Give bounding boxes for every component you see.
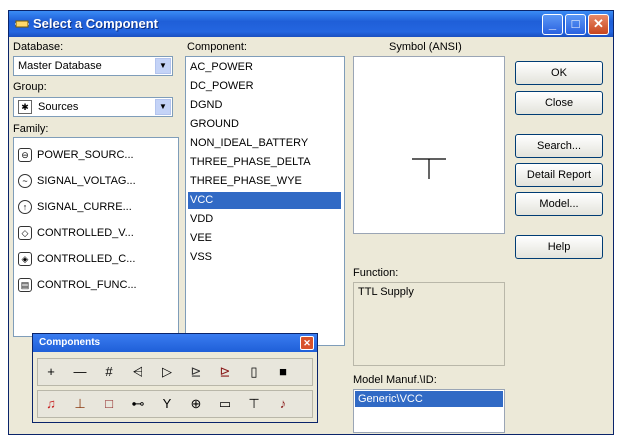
chevron-down-icon[interactable]: ▼ [155,99,171,115]
misc-digital-icon[interactable]: ▯ [243,363,265,381]
component-item[interactable]: DGND [188,97,341,114]
component-item[interactable]: VEE [188,230,341,247]
chevron-down-icon[interactable]: ▼ [155,58,171,74]
component-item[interactable]: THREE_PHASE_WYE [188,173,341,190]
family-item[interactable]: ◇ CONTROLLED_V... [18,222,168,244]
ground-source-icon: ✱ [18,100,32,114]
misc-icon[interactable]: □ [98,395,120,413]
toolbar-row-1: + — # ⩤ ▷ ⊵ ⊵ ▯ ■ [37,358,313,386]
diode-icon[interactable]: # [98,363,120,381]
model-list[interactable]: Generic\VCC [353,389,505,433]
database-label: Database: [13,41,64,53]
transistor-icon[interactable]: ⩤ [127,363,149,381]
search-button[interactable]: Search... [515,134,603,158]
electromechanical-icon[interactable]: ⊕ [185,395,207,413]
signal-current-icon: ↑ [18,200,32,215]
close-button[interactable]: Close [515,91,603,115]
component-icon [15,20,29,28]
cmos-icon[interactable]: ⊵ [214,363,236,381]
ok-button[interactable]: OK [515,61,603,85]
function-label: Function: [353,267,399,279]
symbol-label: Symbol (ANSI) [389,41,462,53]
component-label: Component: [187,41,247,53]
analog-icon[interactable]: ▷ [156,363,178,381]
source-icon[interactable]: + [40,363,62,381]
mcu-icon[interactable]: ▭ [214,395,236,413]
controlled-current-icon: ◈ [18,252,32,267]
group-select[interactable]: ✱ Sources ▼ [13,97,173,117]
window-title: Select a Component [33,16,158,31]
component-item[interactable]: AC_POWER [188,59,341,76]
help-button[interactable]: Help [515,235,603,259]
indicator-icon[interactable]: ♫ [40,395,62,413]
component-item[interactable]: DC_POWER [188,78,341,95]
place-hierarchical-block-icon[interactable]: ⊤ [243,395,265,413]
family-label: Family: [13,123,49,135]
component-item[interactable]: GROUND [188,116,341,133]
title-bar[interactable]: Select a Component _ □ ✕ [9,11,613,37]
model-label: Model Manuf.\ID: [353,374,437,386]
component-item[interactable]: NON_IDEAL_BATTERY [188,135,341,152]
group-label: Group: [13,81,47,93]
database-select[interactable]: Master Database ▼ [13,56,173,76]
component-item[interactable]: VDD [188,211,341,228]
function-value: TTL Supply [358,286,414,298]
signal-voltage-icon: ~ [18,174,32,189]
place-bus-icon[interactable]: ♪ [272,395,294,413]
power-component-icon[interactable]: ⊥ [69,395,91,413]
component-list[interactable]: AC_POWER DC_POWER DGND GROUND NON_IDEAL_… [185,56,345,346]
basic-icon[interactable]: — [69,363,91,381]
family-item[interactable]: ↑ SIGNAL_CURRE... [18,196,168,218]
component-item[interactable]: THREE_PHASE_DELTA [188,154,341,171]
control-function-icon: ▤ [18,278,32,293]
toolbar-title: Components [39,337,101,348]
family-item[interactable]: ⊖ POWER_SOURC... [18,144,168,166]
group-value: Sources [38,101,79,113]
ttl-icon[interactable]: ⊵ [185,363,207,381]
minimize-button[interactable]: _ [542,14,563,35]
toolbar-title-bar[interactable]: Components ✕ [33,334,317,352]
family-item[interactable]: ~ SIGNAL_VOLTAG... [18,170,168,192]
function-box: TTL Supply [353,282,505,366]
family-item[interactable]: ▤ CONTROL_FUNC... [18,274,168,296]
controlled-voltage-icon: ◇ [18,226,32,241]
toolbar-row-2: ♫ ⊥ □ ⊷ Y ⊕ ▭ ⊤ ♪ [37,390,313,418]
components-toolbar[interactable]: Components ✕ + — # ⩤ ▷ ⊵ ⊵ ▯ ■ ♫ ⊥ □ ⊷ Y… [32,333,318,423]
advanced-peripheral-icon[interactable]: ⊷ [127,395,149,413]
symbol-preview [353,56,505,234]
close-window-button[interactable]: ✕ [588,14,609,35]
mixed-icon[interactable]: ■ [272,363,294,381]
power-source-icon: ⊖ [18,148,32,163]
toolbar-close-button[interactable]: ✕ [300,336,314,350]
family-item[interactable]: ◈ CONTROLLED_C... [18,248,168,270]
model-button[interactable]: Model... [515,192,603,216]
family-list[interactable]: ⊖ POWER_SOURC... ~ SIGNAL_VOLTAG... ↑ SIGNA… [13,137,179,337]
component-item[interactable]: VSS [188,249,341,266]
detail-report-button[interactable]: Detail Report [515,163,603,187]
maximize-button[interactable]: □ [565,14,586,35]
vcc-symbol [412,158,446,179]
database-value: Master Database [18,60,102,72]
model-item-selected[interactable]: Generic\VCC [355,391,503,407]
rf-icon[interactable]: Y [156,395,178,413]
component-item-selected[interactable]: VCC [188,192,341,209]
